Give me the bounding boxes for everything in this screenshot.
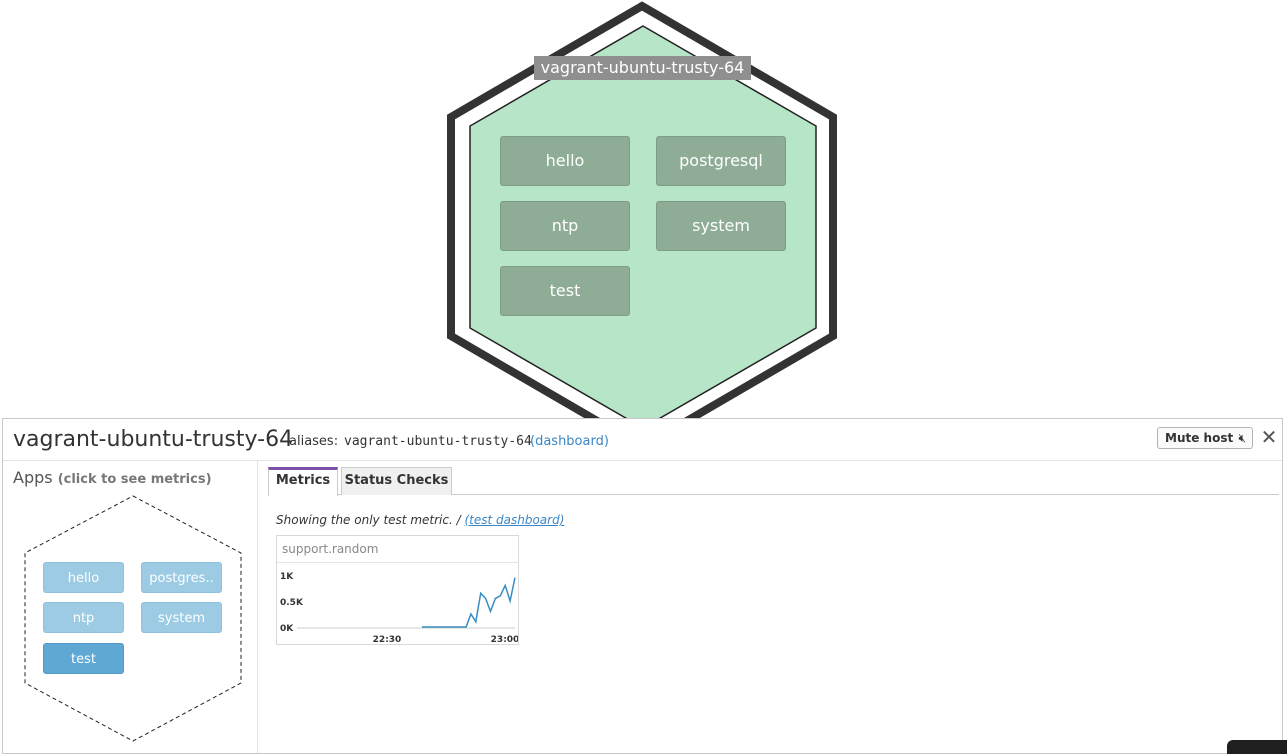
- mini-app-ntp[interactable]: ntp: [43, 602, 124, 633]
- app-tile-ntp[interactable]: ntp: [500, 201, 630, 251]
- tab-status-checks[interactable]: Status Checks: [341, 467, 452, 495]
- graph-title: support.random: [277, 536, 518, 563]
- tab-metrics[interactable]: Metrics: [268, 467, 338, 496]
- mini-app-test[interactable]: test: [43, 643, 124, 674]
- feedback-tab[interactable]: [1227, 740, 1287, 754]
- panel-tabs: Metrics Status Checks: [268, 465, 1279, 496]
- mini-app-postgresql[interactable]: postgres..: [141, 562, 222, 593]
- line-chart: 1K 0.5K 0K 22:30 23:00: [280, 572, 518, 644]
- app-tile-hello[interactable]: hello: [500, 136, 630, 186]
- host-title-label: vagrant-ubuntu-trusty-64: [534, 56, 751, 80]
- series-line: [422, 577, 516, 628]
- app-tile-postgresql[interactable]: postgresql: [656, 136, 786, 186]
- app-tile-test[interactable]: test: [500, 266, 630, 316]
- metric-note: Showing the only test metric. / (test da…: [276, 513, 564, 527]
- aliases-value: vagrant-ubuntu-trusty-64: [344, 434, 532, 449]
- app-tile-system[interactable]: system: [656, 201, 786, 251]
- panel-header: vagrant-ubuntu-trusty-64 aliases: vagran…: [3, 419, 1282, 461]
- dashboard-link[interactable]: (dashboard): [530, 434, 609, 449]
- close-icon[interactable]: ✕: [1259, 426, 1279, 448]
- host-detail-panel: vagrant-ubuntu-trusty-64 aliases: vagran…: [2, 418, 1283, 754]
- mini-app-system[interactable]: system: [141, 602, 222, 633]
- host-map: vagrant-ubuntu-trusty-64 hello postgresq…: [0, 0, 1287, 420]
- mute-host-label: Mute host: [1165, 431, 1234, 445]
- host-name-title: vagrant-ubuntu-trusty-64: [13, 427, 294, 452]
- mini-app-hello[interactable]: hello: [43, 562, 124, 593]
- metric-graph[interactable]: support.random 1K 0.5K 0K 22:30 23:00: [276, 535, 519, 645]
- test-dashboard-link[interactable]: (test dashboard): [464, 513, 564, 527]
- mute-host-button[interactable]: Mute host 🔇︎: [1157, 427, 1253, 449]
- aliases-label: aliases:: [289, 434, 339, 449]
- y-tick-label: 0.5K: [280, 598, 304, 608]
- speaker-muted-icon: 🔇︎: [1238, 431, 1246, 445]
- metric-note-text: Showing the only test metric. /: [276, 513, 461, 527]
- apps-section: Apps (click to see metrics) hello postgr…: [3, 461, 258, 753]
- x-tick-label: 23:00: [491, 635, 518, 644]
- x-tick-label: 22:30: [373, 635, 402, 644]
- y-tick-label: 0K: [280, 624, 294, 634]
- y-tick-label: 1K: [280, 572, 294, 582]
